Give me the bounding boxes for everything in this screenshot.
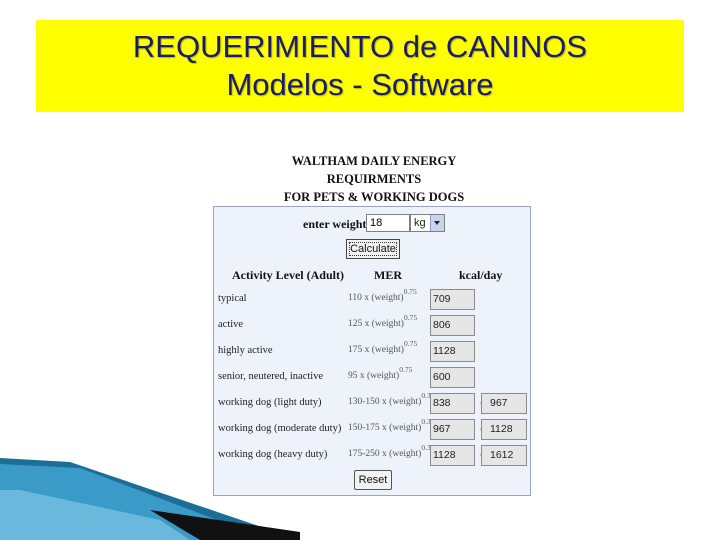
kcal-output-field[interactable]: 709 — [430, 289, 475, 310]
table-row: working dog (light duty) 130-150 x (weigh… — [214, 391, 530, 415]
title-banner: REQUERIMIENTO de CANINOS Modelos - Softw… — [36, 20, 684, 112]
unit-select[interactable]: kg — [410, 214, 445, 232]
slide-subtitle: Modelos - Software — [226, 67, 494, 102]
mer-formula-base: 125 x (weight) — [348, 319, 404, 329]
mer-column-header: MER — [374, 268, 402, 282]
kcal-output-field[interactable]: 806 — [430, 315, 475, 336]
heading-line-2: FOR PETS & WORKING DOGS — [283, 190, 465, 204]
mer-exponent: 0.75 — [403, 313, 418, 322]
slide-title: REQUERIMIENTO de CANINOS — [132, 29, 588, 64]
kcal-output-field[interactable]: 1128 — [430, 341, 475, 362]
mer-formula: 125 x (weight)0.75 — [348, 313, 417, 329]
mer-formula: 95 x (weight)0.75 — [348, 365, 412, 381]
kcal-column-header: kcal/day — [459, 268, 503, 282]
table-row: working dog (moderate duty) 150-175 x (we… — [214, 417, 530, 441]
kcal-output-field[interactable]: 1128 — [430, 445, 475, 466]
kcal-max-output-field[interactable]: 1612 — [481, 445, 527, 466]
activity-label: highly active — [218, 345, 273, 356]
weight-label: enter weight — [303, 217, 367, 231]
mer-formula-base: 150-175 x (weight) — [348, 423, 422, 433]
heading-line-1: WALTHAM DAILY ENERGY REQUIRMENTS — [291, 154, 457, 186]
table-row: active 125 x (weight)0.75 806 — [214, 313, 530, 337]
calculate-button[interactable]: Calculate — [346, 239, 400, 259]
weight-input[interactable] — [366, 214, 410, 232]
unit-value: kg — [414, 217, 426, 229]
activity-label: working dog (light duty) — [218, 397, 322, 408]
mer-formula-base: 110 x (weight) — [348, 293, 404, 303]
calculator-heading: WALTHAM DAILY ENERGY REQUIRMENTS FOR PET… — [244, 152, 504, 206]
mer-exponent: 0.75 — [403, 339, 418, 348]
activity-label: senior, neutered, inactive — [218, 371, 324, 382]
kcal-output-field[interactable]: 600 — [430, 367, 475, 388]
activity-label: typical — [218, 293, 247, 304]
mer-formula: 175-250 x (weight)0.33 — [348, 443, 434, 459]
dropdown-button[interactable] — [430, 215, 444, 231]
mer-formula-base: 130-150 x (weight) — [348, 397, 422, 407]
kcal-output-field[interactable]: 967 — [430, 419, 475, 440]
mer-exponent: 0.75 — [403, 287, 417, 296]
mer-formula-base: 175 x (weight) — [348, 345, 404, 355]
activity-column-header: Activity Level (Adult) — [232, 268, 344, 282]
table-row: senior, neutered, inactive 95 x (weight)0… — [214, 365, 530, 389]
kcal-output-field[interactable]: 838 — [430, 393, 475, 414]
table-row: typical 110 x (weight)0.75 709 — [214, 287, 530, 311]
activity-label: working dog (moderate duty) — [218, 423, 342, 434]
activity-label: active — [218, 319, 244, 330]
mer-formula: 110 x (weight)0.75 — [348, 287, 417, 303]
kcal-max-output-field[interactable]: 967 — [481, 393, 527, 414]
mer-exponent: 0.75 — [399, 365, 413, 374]
kcal-max-output-field[interactable]: 1128 — [481, 419, 527, 440]
reset-button[interactable]: Reset — [354, 470, 392, 490]
mer-formula: 130-150 x (weight)0.33 — [348, 391, 434, 407]
chevron-down-icon — [434, 221, 440, 225]
slide-corner-decoration — [0, 458, 300, 540]
mer-formula-base: 95 x (weight) — [348, 371, 400, 381]
mer-formula-base: 175-250 x (weight) — [348, 449, 422, 459]
mer-formula: 150-175 x (weight)0.33 — [348, 417, 434, 433]
table-row: highly active 175 x (weight)0.75 1128 — [214, 339, 530, 363]
mer-formula: 175 x (weight)0.75 — [348, 339, 417, 355]
